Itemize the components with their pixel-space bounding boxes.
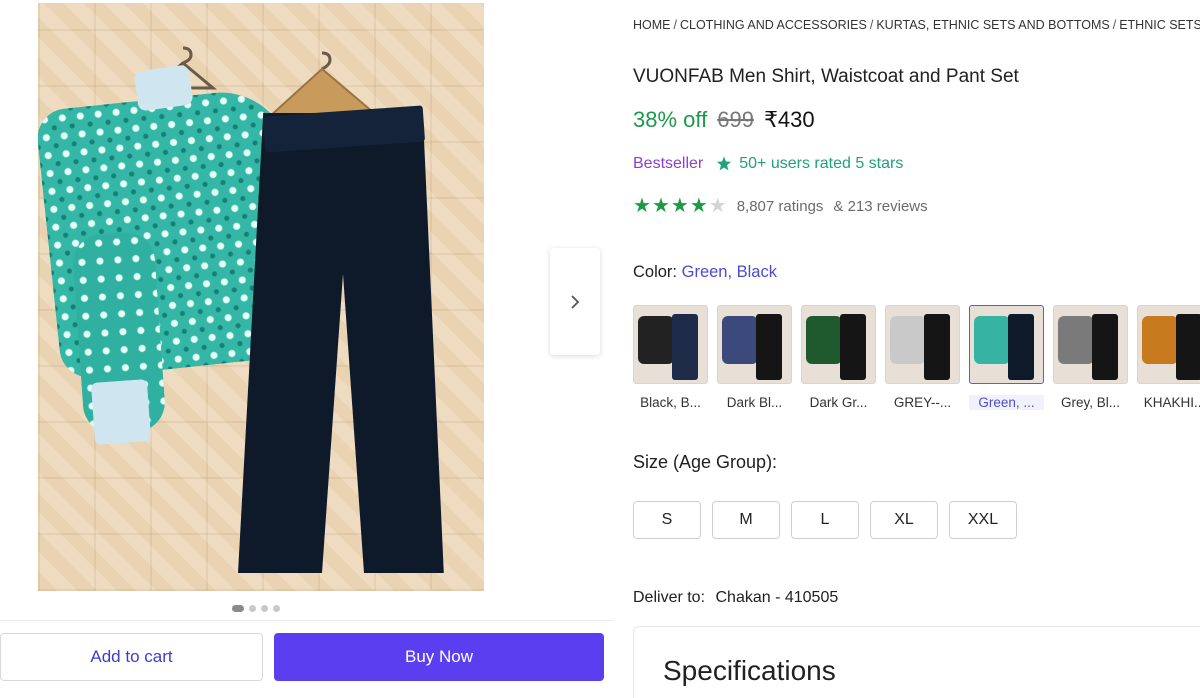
- star-filled-icon: ★: [689, 195, 708, 217]
- pants-image: [238, 113, 444, 573]
- size-option-m[interactable]: M: [712, 501, 780, 539]
- swatch-bottom-garment: [756, 314, 782, 380]
- swatch-bottom-garment: [1092, 314, 1118, 380]
- bestseller-badge: Bestseller: [633, 155, 704, 172]
- color-swatch-label: Dark Gr...: [809, 395, 868, 410]
- specifications-card: Specifications: [633, 626, 1200, 698]
- product-details: HOME / CLOTHING AND ACCESSORIES / KURTAS, ET…: [633, 0, 1200, 698]
- discount-percent: 38% off: [633, 107, 708, 132]
- color-swatch-label: Green, ...: [969, 395, 1044, 410]
- color-swatch[interactable]: Dark Gr...: [801, 305, 876, 410]
- swatch-top-garment: [890, 316, 926, 364]
- shirt-collar: [133, 64, 194, 112]
- color-swatches: Black, B... Dark Bl... Dark Gr... GREY--...…: [633, 305, 1200, 410]
- size-option-xxl[interactable]: XXL: [949, 501, 1017, 539]
- breadcrumb-ethnic-sets[interactable]: ETHNIC SETS: [1119, 18, 1200, 32]
- color-swatch-image: [801, 305, 876, 384]
- swatch-top-garment: [1142, 316, 1178, 364]
- breadcrumb-separator: /: [673, 18, 677, 32]
- color-swatch[interactable]: KHAKHI...: [1137, 305, 1200, 410]
- size-option-s[interactable]: S: [633, 501, 701, 539]
- swatch-top-garment: [1058, 316, 1094, 364]
- star-filled-icon: ★: [651, 195, 670, 217]
- shirt-cuff: [90, 379, 152, 445]
- product-title: VUONFAB Men Shirt, Waistcoat and Pant Se…: [633, 66, 1019, 87]
- swatch-bottom-garment: [1008, 314, 1034, 380]
- color-label-text: Color:: [633, 263, 678, 281]
- color-swatch-image: [717, 305, 792, 384]
- chevron-right-icon: [571, 294, 580, 309]
- rating-row[interactable]: ★ ★ ★ ★ ★ 8,807 ratings & 213 reviews: [633, 196, 928, 216]
- color-swatch-image: [633, 305, 708, 384]
- swatch-bottom-garment: [840, 314, 866, 380]
- breadcrumb-separator: /: [1112, 18, 1117, 32]
- size-option-l[interactable]: L: [791, 501, 859, 539]
- rated-badge-label: 50+ users rated 5 stars: [739, 155, 904, 172]
- color-swatch[interactable]: Black, B...: [633, 305, 708, 410]
- color-swatch-image: [885, 305, 960, 384]
- selected-color: Green, Black: [681, 263, 777, 281]
- color-swatch-label: Dark Bl...: [726, 395, 783, 410]
- product-image[interactable]: [38, 3, 484, 591]
- price-row: 38% off 699 ₹430: [633, 107, 815, 133]
- swatch-bottom-garment: [1176, 314, 1200, 380]
- carousel-dots: [232, 605, 280, 612]
- star-badge-icon: [717, 156, 732, 171]
- original-price: 699: [717, 107, 754, 132]
- color-swatch[interactable]: Dark Bl...: [717, 305, 792, 410]
- color-swatch[interactable]: Green, ...: [969, 305, 1044, 410]
- next-image-button[interactable]: [550, 248, 600, 355]
- star-empty-icon: ★: [708, 195, 727, 217]
- delivery-location[interactable]: Chakan - 410505: [715, 589, 838, 606]
- size-options: S M L XL XXL: [633, 501, 1017, 539]
- breadcrumb-separator: /: [869, 18, 874, 32]
- swatch-top-garment: [974, 316, 1010, 364]
- swatch-top-garment: [806, 316, 842, 364]
- color-swatch-label: KHAKHI...: [1143, 395, 1200, 410]
- color-swatch[interactable]: Grey, Bl...: [1053, 305, 1128, 410]
- deliver-to-label: Deliver to:: [633, 589, 706, 606]
- breadcrumb-kurtas[interactable]: KURTAS, ETHNIC SETS AND BOTTOMS: [876, 18, 1109, 32]
- add-to-cart-button[interactable]: Add to cart: [0, 633, 263, 681]
- action-bar: Add to cart Buy Now: [0, 620, 614, 698]
- color-swatch[interactable]: GREY--...: [885, 305, 960, 410]
- reviews-count: & 213 reviews: [833, 197, 928, 215]
- sale-price: ₹430: [763, 107, 815, 132]
- breadcrumb: HOME / CLOTHING AND ACCESSORIES / KURTAS, ET…: [633, 18, 1200, 32]
- buy-now-button[interactable]: Buy Now: [274, 633, 604, 681]
- delivery-info: Deliver to: Chakan - 410505: [633, 589, 838, 607]
- color-label: Color: Green, Black: [633, 263, 777, 282]
- specifications-title: Specifications: [663, 655, 836, 686]
- swatch-bottom-garment: [672, 314, 698, 380]
- carousel-dot[interactable]: [261, 605, 268, 612]
- color-swatch-label: GREY--...: [893, 395, 952, 410]
- breadcrumb-clothing[interactable]: CLOTHING AND ACCESSORIES: [680, 18, 867, 32]
- carousel-dot[interactable]: [249, 605, 256, 612]
- color-swatch-image: [1137, 305, 1200, 384]
- swatch-top-garment: [722, 316, 758, 364]
- swatch-bottom-garment: [924, 314, 950, 380]
- carousel-dot[interactable]: [273, 605, 280, 612]
- color-swatch-image: [969, 305, 1044, 384]
- swatch-top-garment: [638, 316, 674, 364]
- color-swatch-image: [1053, 305, 1128, 384]
- star-filled-icon: ★: [633, 195, 651, 217]
- star-rating: ★ ★ ★ ★ ★: [633, 196, 727, 216]
- breadcrumb-home[interactable]: HOME: [633, 18, 671, 32]
- color-swatch-label: Grey, Bl...: [1060, 395, 1120, 410]
- rated-badge: 50+ users rated 5 stars: [715, 155, 903, 173]
- carousel-dot[interactable]: [232, 605, 244, 612]
- size-option-xl[interactable]: XL: [870, 501, 938, 539]
- size-label: Size (Age Group):: [633, 452, 778, 472]
- badge-row: Bestseller 50+ users rated 5 stars: [633, 155, 903, 173]
- ratings-count: 8,807 ratings: [736, 197, 824, 215]
- star-filled-icon: ★: [670, 195, 689, 217]
- color-swatch-label: Black, B...: [640, 395, 701, 410]
